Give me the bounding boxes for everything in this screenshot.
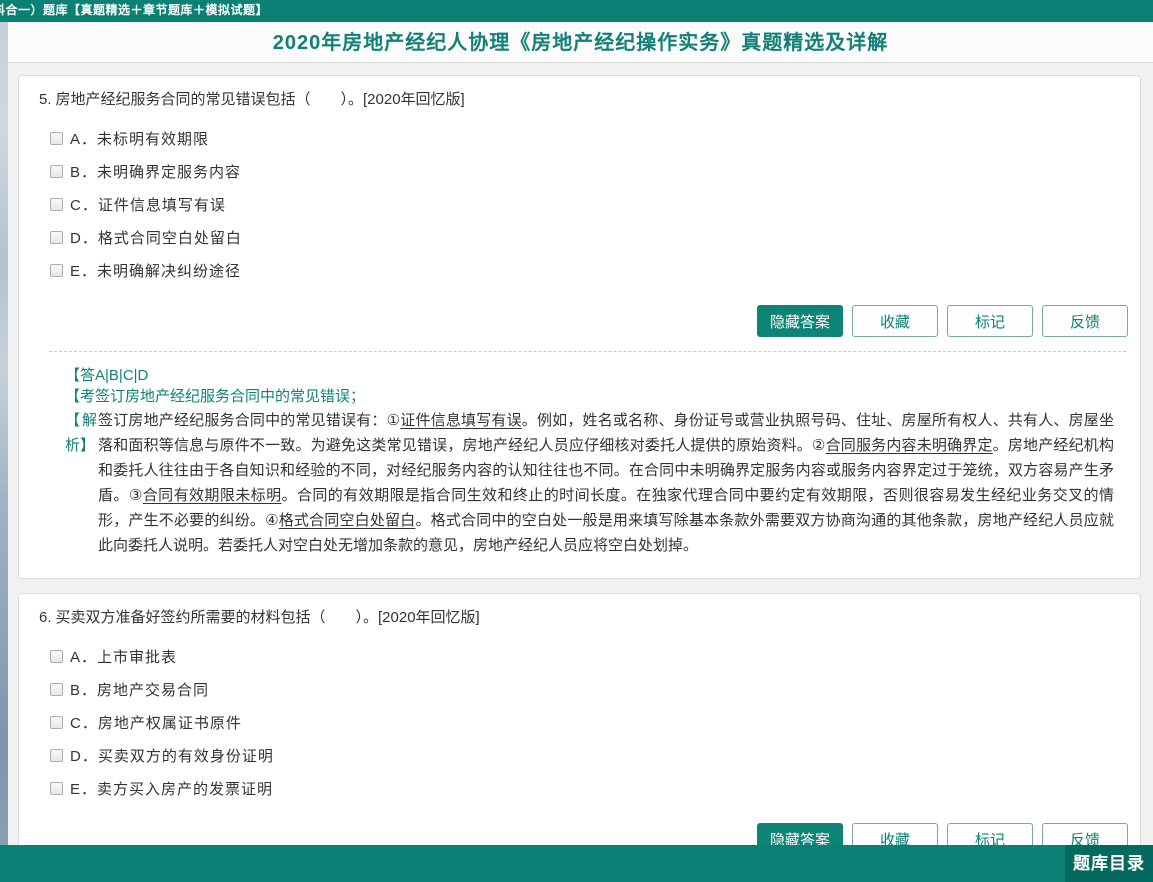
mark-button[interactable]: 标记 xyxy=(947,305,1033,337)
checkbox-unchecked-icon[interactable] xyxy=(50,264,63,277)
option-label: E．未明确解决纠纷途径 xyxy=(70,260,241,281)
option-label: D．格式合同空白处留白 xyxy=(70,227,242,248)
option-row[interactable]: D．格式合同空白处留白 xyxy=(50,221,1128,254)
analysis-underlined-term: 合同服务内容未明确界定 xyxy=(826,437,993,454)
question-stem: 5.房地产经纪服务合同的常见错误包括（ ）。[2020年回忆版] xyxy=(39,89,1128,110)
analysis-label: 【解析】 xyxy=(65,408,97,458)
option-row[interactable]: D．买卖双方的有效身份证明 xyxy=(50,739,1128,772)
favorite-button[interactable]: 收藏 xyxy=(852,305,938,337)
question-card: 5.房地产经纪服务合同的常见错误包括（ ）。[2020年回忆版] A．未标明有效… xyxy=(18,75,1141,579)
answer-label: 【答 xyxy=(65,367,95,384)
feedback-button[interactable]: 反馈 xyxy=(1042,305,1128,337)
analysis-paragraph: 【解析】 签订房地产经纪服务合同中的常见错误有：①证件信息填写有误。例如，姓名或… xyxy=(65,408,1114,558)
analysis-underlined-term: 证件信息填写有误 xyxy=(400,412,522,429)
option-row[interactable]: A．上市审批表 xyxy=(50,640,1128,673)
question-text: 房地产经纪服务合同的常见错误包括（ ）。[2020年回忆版] xyxy=(56,91,465,108)
options: A．上市审批表 B．房地产交易合同 C．房地产权属证书原件 D．买卖双方的有效身… xyxy=(50,640,1128,805)
analysis-text-segment: 签订房地产经纪服务合同中的常见错误有：① xyxy=(98,412,400,429)
question-card: 6.买卖双方准备好签约所需要的材料包括（ ）。[2020年回忆版] A．上市审批… xyxy=(18,593,1141,876)
checkbox-unchecked-icon[interactable] xyxy=(50,132,63,145)
option-row[interactable]: C．房地产权属证书原件 xyxy=(50,706,1128,739)
site-top-bar: 科合一）题库【真题精选＋章节题库＋模拟试题】 xyxy=(0,0,1153,22)
page: 2020年房地产经纪人协理《房地产经纪操作实务》真题精选及详解 5.房地产经纪服… xyxy=(8,22,1153,882)
question-text: 买卖双方准备好签约所需要的材料包括（ ）。[2020年回忆版] xyxy=(56,609,480,626)
option-row[interactable]: B．未明确界定服务内容 xyxy=(50,155,1128,188)
checkbox-unchecked-icon[interactable] xyxy=(50,683,63,696)
checkbox-unchecked-icon[interactable] xyxy=(50,650,63,663)
answer-section: 【答A|B|C|D 【考签订房地产经纪服务合同中的常见错误； 【解析】 签订房地… xyxy=(65,365,1128,558)
exam-point-line: 【考签订房地产经纪服务合同中的常见错误； xyxy=(65,386,1114,407)
page-header: 2020年房地产经纪人协理《房地产经纪操作实务》真题精选及详解 xyxy=(8,22,1153,63)
answer-separator xyxy=(49,351,1126,352)
checkbox-unchecked-icon[interactable] xyxy=(50,716,63,729)
analysis-underlined-term: 格式合同空白处留白 xyxy=(279,512,416,529)
question-number: 6. xyxy=(39,609,52,626)
option-row[interactable]: E．卖方买入房产的发票证明 xyxy=(50,772,1128,805)
option-label: B．未明确界定服务内容 xyxy=(70,161,241,182)
question-number: 5. xyxy=(39,91,52,108)
question-stem: 6.买卖双方准备好签约所需要的材料包括（ ）。[2020年回忆版] xyxy=(39,607,1128,628)
analysis-underlined-term: 合同有效期限未标明 xyxy=(143,487,282,504)
option-row[interactable]: E．未明确解决纠纷途径 xyxy=(50,254,1128,287)
bottom-bar: 题库目录 xyxy=(0,845,1153,882)
checkbox-unchecked-icon[interactable] xyxy=(50,782,63,795)
exam-point-text: 签订房地产经纪服务合同中的常见错误； xyxy=(95,388,365,405)
answer-line: 【答A|B|C|D xyxy=(65,365,1114,386)
page-title: 2020年房地产经纪人协理《房地产经纪操作实务》真题精选及详解 xyxy=(8,22,1153,64)
checkbox-unchecked-icon[interactable] xyxy=(50,749,63,762)
option-label: D．买卖双方的有效身份证明 xyxy=(70,745,274,766)
options: A．未标明有效期限 B．未明确界定服务内容 C．证件信息填写有误 D．格式合同空… xyxy=(50,122,1128,287)
checkbox-unchecked-icon[interactable] xyxy=(50,231,63,244)
option-label: E．卖方买入房产的发票证明 xyxy=(70,778,273,799)
option-row[interactable]: A．未标明有效期限 xyxy=(50,122,1128,155)
answer-value: A|B|C|D xyxy=(95,367,148,384)
checkbox-unchecked-icon[interactable] xyxy=(50,198,63,211)
exam-point-label: 【考 xyxy=(65,388,95,405)
option-row[interactable]: B．房地产交易合同 xyxy=(50,673,1128,706)
option-label: B．房地产交易合同 xyxy=(70,679,209,700)
option-label: A．未标明有效期限 xyxy=(70,128,209,149)
option-label: A．上市审批表 xyxy=(70,646,177,667)
option-label: C．房地产权属证书原件 xyxy=(70,712,242,733)
analysis-text: 签订房地产经纪服务合同中的常见错误有：①证件信息填写有误。例如，姓名或名称、身份… xyxy=(98,412,1114,554)
question-list: 5.房地产经纪服务合同的常见错误包括（ ）。[2020年回忆版] A．未标明有效… xyxy=(8,63,1153,876)
option-row[interactable]: C．证件信息填写有误 xyxy=(50,188,1128,221)
question-bank-title: 科合一）题库【真题精选＋章节题库＋模拟试题】 xyxy=(0,0,268,21)
background-photo-strip xyxy=(0,22,8,882)
action-button-row: 隐藏答案收藏标记反馈 xyxy=(39,305,1128,337)
checkbox-unchecked-icon[interactable] xyxy=(50,165,63,178)
option-label: C．证件信息填写有误 xyxy=(70,194,226,215)
question-bank-catalog-button[interactable]: 题库目录 xyxy=(1065,845,1153,882)
hide-answer-button[interactable]: 隐藏答案 xyxy=(757,305,843,337)
